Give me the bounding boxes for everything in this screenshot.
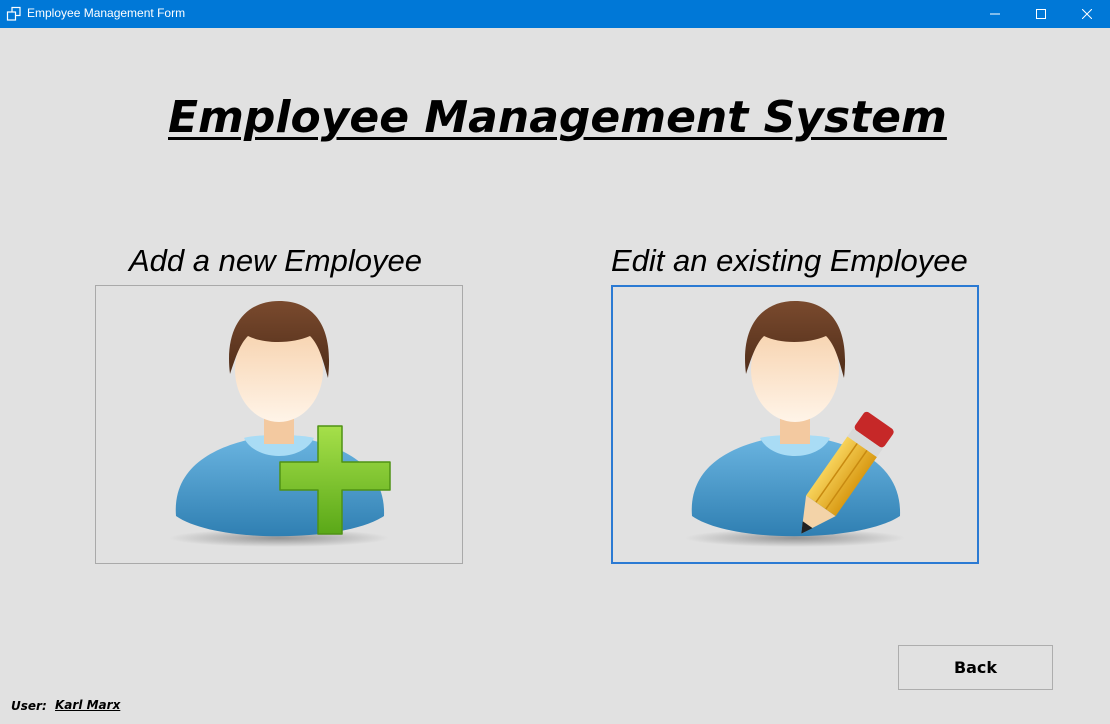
add-user-icon: [169, 301, 391, 547]
minimize-button[interactable]: [972, 0, 1018, 28]
edit-employee-button[interactable]: [611, 285, 979, 564]
close-button[interactable]: [1064, 0, 1110, 28]
back-button[interactable]: Back: [898, 645, 1053, 690]
maximize-button[interactable]: [1018, 0, 1064, 28]
window-title: Employee Management Form: [27, 6, 186, 20]
minimize-icon: [990, 13, 1000, 15]
maximize-icon: [1036, 9, 1046, 19]
close-icon: [1082, 9, 1092, 19]
add-employee-button[interactable]: [95, 285, 463, 564]
app-icon: [6, 6, 22, 22]
add-employee-label: Add a new Employee: [129, 243, 422, 278]
user-name-link[interactable]: Karl Marx: [55, 698, 120, 712]
page-title: Employee Management System: [168, 92, 947, 143]
edit-employee-label: Edit an existing Employee: [611, 243, 968, 278]
user-label: User:: [11, 699, 47, 713]
title-bar: Employee Management Form: [0, 0, 1110, 28]
edit-user-icon: [685, 301, 905, 547]
